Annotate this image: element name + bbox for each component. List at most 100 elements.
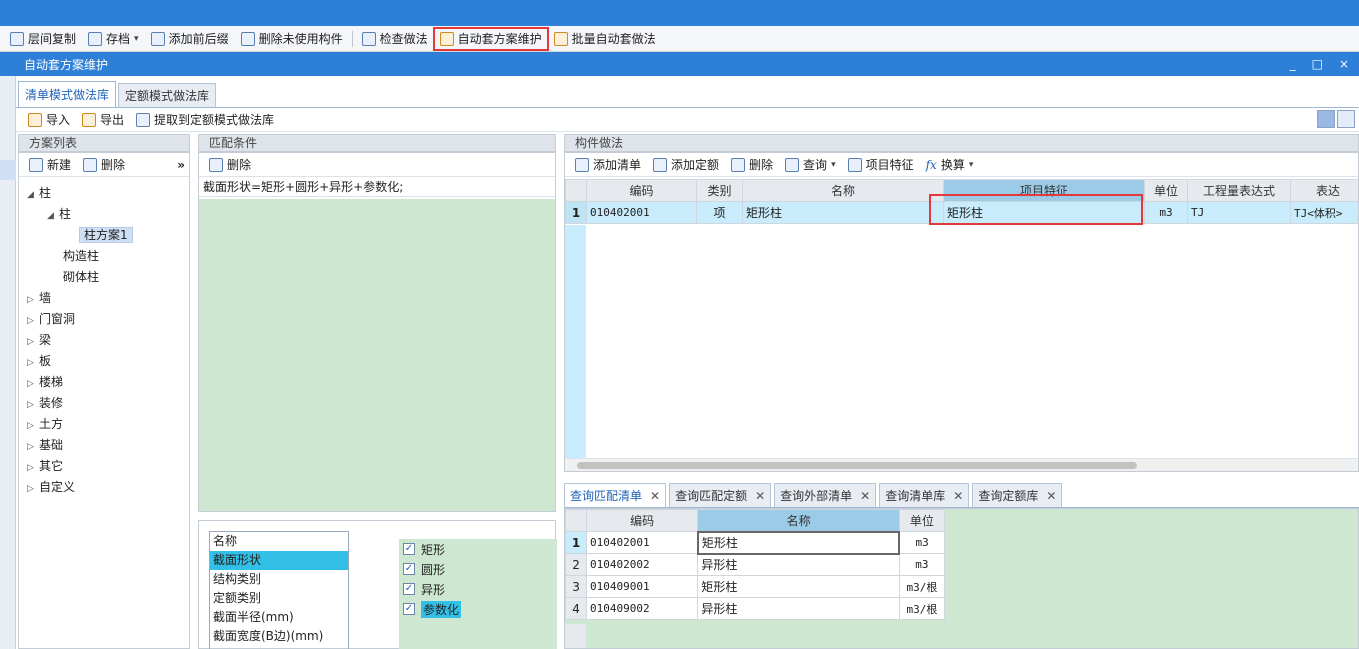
tree-item-custom[interactable]: ▷ 自定义 xyxy=(27,477,75,497)
add-list-button[interactable]: 添加清单 xyxy=(569,154,647,176)
close-icon[interactable]: × xyxy=(1339,57,1349,71)
checkbox-icon[interactable]: ✓ xyxy=(403,603,415,615)
tree-item-beam[interactable]: ▷ 梁 xyxy=(27,330,51,350)
horizontal-scrollbar[interactable] xyxy=(565,458,1358,471)
tab-query-matching-list[interactable]: 查询匹配清单 ✕ xyxy=(564,483,667,507)
project-feature-button[interactable]: 项目特征 xyxy=(842,154,920,176)
header-type[interactable]: 类别 xyxy=(696,179,743,202)
more-icon[interactable]: » xyxy=(177,158,185,172)
header-name[interactable]: 名称 xyxy=(697,509,900,532)
chevron-down-icon[interactable]: ▾ xyxy=(134,34,139,44)
layer-copy-button[interactable]: 层间复制 xyxy=(4,28,82,50)
cell-code[interactable]: 010409001 xyxy=(586,575,699,598)
tab-query-quota-library[interactable]: 查询定额库 ✕ xyxy=(972,483,1063,507)
cell-unit[interactable]: m3 xyxy=(1144,201,1188,224)
close-icon[interactable]: ✕ xyxy=(953,489,963,503)
option-rectangle[interactable]: ✓ 矩形 xyxy=(399,539,557,559)
tree-item-column-group[interactable]: ◢ 柱 xyxy=(27,183,51,203)
cell-name[interactable]: 异形柱 xyxy=(697,597,900,620)
close-icon[interactable]: ✕ xyxy=(755,489,765,503)
checkbox-icon[interactable]: ✓ xyxy=(403,543,415,555)
cell-name[interactable]: 矩形柱 xyxy=(742,201,944,224)
tree-item-slab[interactable]: ▷ 板 xyxy=(27,351,51,371)
option-special-shape[interactable]: ✓ 异形 xyxy=(399,579,557,599)
delete-scheme-button[interactable]: 删除 xyxy=(77,154,131,176)
add-prefix-button[interactable]: 添加前后缀 xyxy=(145,28,235,50)
attribute-item[interactable]: 截面宽度(B边)(mm) xyxy=(210,627,348,646)
checkbox-icon[interactable]: ✓ xyxy=(403,583,415,595)
cell-code[interactable]: 010402001 xyxy=(586,531,699,554)
tree-item-foundation[interactable]: ▷ 基础 xyxy=(27,435,63,455)
add-quota-button[interactable]: 添加定额 xyxy=(647,154,725,176)
tab-quota-mode-library[interactable]: 定额模式做法库 xyxy=(118,83,217,107)
cell-type[interactable]: 项 xyxy=(696,201,743,224)
tree-item-earthwork[interactable]: ▷ 土方 xyxy=(27,414,63,434)
option-parametric[interactable]: ✓ 参数化 xyxy=(399,599,557,619)
scrollbar-thumb[interactable] xyxy=(577,462,1137,469)
chevron-down-icon[interactable]: ▾ xyxy=(969,160,974,170)
cell-code[interactable]: 010402002 xyxy=(586,553,699,576)
cell-expression[interactable]: TJ xyxy=(1187,201,1291,224)
delete-method-button[interactable]: 删除 xyxy=(725,154,779,176)
tab-query-external-list[interactable]: 查询外部清单 ✕ xyxy=(774,483,877,507)
auto-scheme-button[interactable]: 自动套方案维护 xyxy=(432,26,549,51)
header-unit[interactable]: 单位 xyxy=(1144,179,1188,202)
cell-unit[interactable]: m3/根 xyxy=(898,597,946,620)
close-icon[interactable]: ✕ xyxy=(1046,489,1056,503)
attribute-item[interactable]: 截面半径(mm) xyxy=(210,608,348,627)
header-expression[interactable]: 工程量表达式 xyxy=(1187,179,1291,202)
delete-unused-button[interactable]: 删除未使用构件 xyxy=(235,28,349,50)
tab-query-matching-quota[interactable]: 查询匹配定额 ✕ xyxy=(669,483,772,507)
header-name[interactable]: 名称 xyxy=(742,179,944,202)
option-circle[interactable]: ✓ 圆形 xyxy=(399,559,557,579)
tree-item-stairs[interactable]: ▷ 楼梯 xyxy=(27,372,63,392)
chevron-down-icon[interactable]: ▾ xyxy=(831,160,836,170)
attribute-item[interactable]: 结构类别 xyxy=(210,570,348,589)
query-button[interactable]: 查询 ▾ xyxy=(779,154,842,176)
minimize-icon[interactable]: _ xyxy=(1290,57,1296,71)
close-icon[interactable]: ✕ xyxy=(650,489,660,503)
cell-name[interactable]: 矩形柱 xyxy=(696,530,901,555)
cell-desc[interactable]: TJ<体积> xyxy=(1290,201,1358,224)
tree-item-other[interactable]: ▷ 其它 xyxy=(27,456,63,476)
header-code[interactable]: 编码 xyxy=(586,179,697,202)
attribute-item[interactable]: 定额类别 xyxy=(210,589,348,608)
cell-code[interactable]: 010402001 xyxy=(586,201,697,224)
header-code[interactable]: 编码 xyxy=(586,509,699,532)
condition-text[interactable]: 截面形状=矩形+圆形+异形+参数化; xyxy=(199,177,555,197)
attribute-item-selected[interactable]: 截面形状 xyxy=(210,551,348,570)
list-view-icon[interactable] xyxy=(1337,110,1355,128)
maximize-icon[interactable]: □ xyxy=(1312,57,1323,71)
cell-unit[interactable]: m3 xyxy=(898,553,946,576)
close-icon[interactable]: ✕ xyxy=(860,489,870,503)
cell-unit[interactable]: m3 xyxy=(898,531,946,554)
tab-query-list-library[interactable]: 查询清单库 ✕ xyxy=(879,483,970,507)
table-row[interactable]: 1 010402001 矩形柱 m3 xyxy=(565,530,946,555)
new-scheme-button[interactable]: 新建 xyxy=(23,154,77,176)
cell-unit[interactable]: m3/根 xyxy=(898,575,946,598)
delete-condition-button[interactable]: 删除 xyxy=(203,154,257,176)
tree-item-opening[interactable]: ▷ 门窗洞 xyxy=(27,309,75,329)
batch-auto-button[interactable]: 批量自动套做法 xyxy=(548,28,662,50)
tree-item-decoration[interactable]: ▷ 装修 xyxy=(27,393,63,413)
cell-name[interactable]: 矩形柱 xyxy=(697,575,900,598)
tree-item-masonry-column[interactable]: 砌体柱 xyxy=(63,267,99,287)
import-button[interactable]: 导入 xyxy=(22,109,76,131)
checkbox-icon[interactable]: ✓ xyxy=(403,563,415,575)
export-button[interactable]: 导出 xyxy=(76,109,130,131)
cell-name[interactable]: 异形柱 xyxy=(697,553,900,576)
column-view-icon[interactable] xyxy=(1317,110,1335,128)
header-desc[interactable]: 表达 xyxy=(1290,179,1358,202)
archive-button[interactable]: 存档 ▾ xyxy=(82,28,145,50)
cell-code[interactable]: 010409002 xyxy=(586,597,699,620)
tree-item-constructional-column[interactable]: 构造柱 xyxy=(63,246,99,266)
table-row[interactable]: 3 010409001 矩形柱 m3/根 xyxy=(565,575,946,598)
check-method-button[interactable]: 检查做法 xyxy=(356,28,434,50)
tree-item-column[interactable]: ◢ 柱 xyxy=(47,204,71,224)
tree-item-wall[interactable]: ▷ 墙 xyxy=(27,288,51,308)
tree-item-column-scheme-1[interactable]: 柱方案1 xyxy=(79,225,133,245)
convert-button[interactable]: fx 换算 ▾ xyxy=(920,154,980,176)
table-row[interactable]: 4 010409002 异形柱 m3/根 xyxy=(565,597,946,620)
header-unit[interactable]: 单位 xyxy=(898,509,946,532)
tab-list-mode-library[interactable]: 清单模式做法库 xyxy=(18,81,117,107)
